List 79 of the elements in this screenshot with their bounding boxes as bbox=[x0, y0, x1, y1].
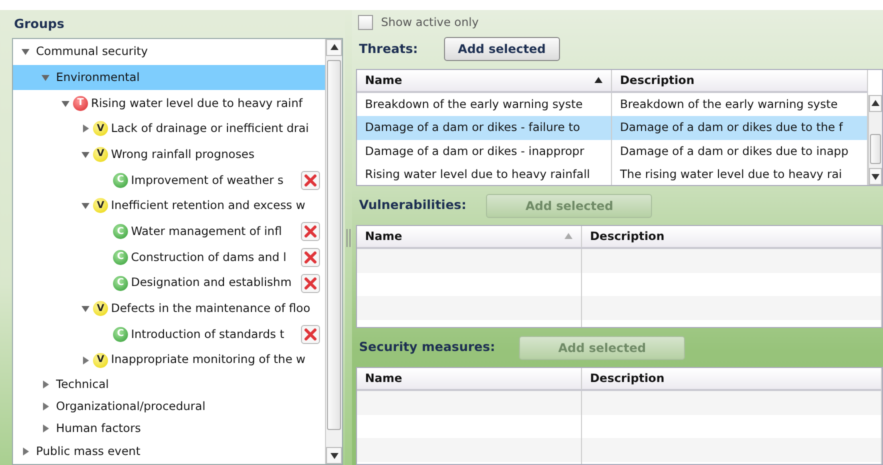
tree-item[interactable]: C Introduction of standards t bbox=[13, 322, 325, 348]
remove-button[interactable] bbox=[301, 324, 320, 344]
tree-item[interactable]: Organizational/procedural bbox=[13, 395, 325, 418]
splitter-grip-icon[interactable] bbox=[346, 228, 351, 246]
tree-item[interactable]: V Inappropriate monitoring of the w bbox=[13, 347, 325, 373]
scrollbar-thumb[interactable] bbox=[327, 60, 341, 430]
expand-arrow-icon[interactable] bbox=[40, 402, 50, 412]
collapse-arrow-icon[interactable] bbox=[20, 47, 30, 56]
tree-item[interactable]: Human factors bbox=[13, 418, 325, 440]
remove-button[interactable] bbox=[301, 222, 320, 242]
tree-item[interactable]: Public mass event bbox=[13, 440, 325, 462]
column-header[interactable]: Name bbox=[365, 72, 402, 89]
table-cell-text: Damage of a dam or dikes - inappropr bbox=[365, 142, 584, 160]
table-cell-text: Breakdown of the early warning syste bbox=[620, 96, 838, 113]
remove-button[interactable] bbox=[301, 170, 320, 190]
column-header[interactable]: Description bbox=[590, 228, 664, 246]
tree-item[interactable]: Technical bbox=[13, 372, 325, 396]
table-cell-text: Damage of a dam or dikes due to inapp bbox=[620, 142, 848, 160]
vulnerability-badge: V bbox=[93, 301, 108, 316]
expand-arrow-icon[interactable] bbox=[80, 124, 90, 134]
collapse-arrow-icon[interactable] bbox=[80, 201, 90, 210]
collapse-arrow-icon[interactable] bbox=[60, 98, 70, 108]
vulnerability-badge: V bbox=[93, 147, 108, 162]
sort-ascending-icon[interactable] bbox=[594, 76, 603, 85]
tree-item[interactable]: V Lack of drainage or inefficient drai bbox=[13, 116, 325, 142]
down-arrow-icon[interactable] bbox=[871, 172, 880, 181]
section-title: Vulnerabilities: bbox=[358, 196, 466, 214]
remove-button[interactable] bbox=[301, 274, 320, 293]
table-cell-text: Breakdown of the early warning syste bbox=[365, 96, 583, 113]
countermeasure-badge: C bbox=[113, 250, 128, 265]
down-arrow-icon[interactable] bbox=[330, 451, 338, 460]
table-cell-text: Rising water level due to heavy rainfall bbox=[365, 166, 590, 184]
checkbox-label: Show active only bbox=[381, 14, 479, 32]
section-title: Security measures: bbox=[358, 338, 496, 356]
add-selected-button[interactable]: Add selected bbox=[444, 37, 560, 62]
checkbox[interactable] bbox=[358, 15, 373, 30]
table-cell-text: The rising water level due to heavy rai bbox=[620, 166, 842, 184]
tree-item[interactable]: C Construction of dams and l bbox=[13, 244, 325, 270]
column-header[interactable]: Description bbox=[620, 72, 694, 89]
table-cell-text: Damage of a dam or dikes due to the f bbox=[620, 119, 843, 136]
remove-button[interactable] bbox=[301, 248, 320, 267]
tree-item[interactable]: Environmental bbox=[13, 64, 325, 90]
up-arrow-icon[interactable] bbox=[330, 43, 338, 52]
collapse-arrow-icon[interactable] bbox=[80, 304, 90, 314]
collapse-arrow-icon[interactable] bbox=[40, 73, 50, 82]
tree-item[interactable]: V Defects in the maintenance of floo bbox=[13, 296, 325, 322]
expand-arrow-icon[interactable] bbox=[40, 380, 50, 389]
tree-item[interactable]: C Improvement of weather s bbox=[13, 167, 325, 194]
tree-item[interactable]: Communal security bbox=[13, 39, 325, 65]
scroll-up-button[interactable] bbox=[326, 39, 342, 56]
table-cell-text: Damage of a dam or dikes - failure to bbox=[365, 119, 580, 136]
countermeasure-badge: C bbox=[113, 276, 128, 291]
table-row[interactable]: Damage of a dam or dikes - failure to Damage of a dam or dikes due to the f bbox=[357, 116, 868, 140]
scroll-up-button[interactable] bbox=[869, 94, 882, 112]
threat-badge: T bbox=[73, 96, 88, 111]
tree-item[interactable]: V Inefficient retention and excess w bbox=[13, 193, 325, 219]
countermeasure-badge: C bbox=[113, 172, 128, 188]
expand-arrow-icon[interactable] bbox=[20, 446, 30, 456]
vulnerability-badge: V bbox=[93, 198, 108, 214]
countermeasure-badge: C bbox=[113, 224, 128, 240]
countermeasure-badge: C bbox=[113, 326, 128, 342]
scrollbar-thumb[interactable] bbox=[870, 134, 881, 164]
tree-item[interactable]: C Water management of infl bbox=[13, 218, 325, 244]
column-header[interactable]: Name bbox=[365, 228, 402, 246]
collapse-arrow-icon[interactable] bbox=[80, 150, 90, 160]
scroll-down-button[interactable] bbox=[326, 447, 342, 464]
column-header[interactable]: Name bbox=[365, 370, 402, 388]
section-title: Threats: bbox=[358, 40, 418, 58]
vulnerability-badge: V bbox=[93, 121, 108, 136]
up-arrow-icon[interactable] bbox=[871, 98, 880, 108]
scroll-down-button[interactable] bbox=[869, 168, 882, 185]
column-header[interactable]: Description bbox=[590, 370, 664, 388]
panel-title: Groups bbox=[13, 14, 66, 33]
tree-item[interactable]: C Designation and establishm bbox=[13, 270, 325, 296]
expand-arrow-icon[interactable] bbox=[40, 424, 50, 434]
vulnerability-badge: V bbox=[93, 352, 108, 368]
tree-item[interactable]: V Wrong rainfall prognoses bbox=[13, 142, 325, 168]
expand-arrow-icon[interactable] bbox=[80, 356, 90, 365]
tree-item[interactable]: T Rising water level due to heavy rainf bbox=[13, 90, 325, 116]
